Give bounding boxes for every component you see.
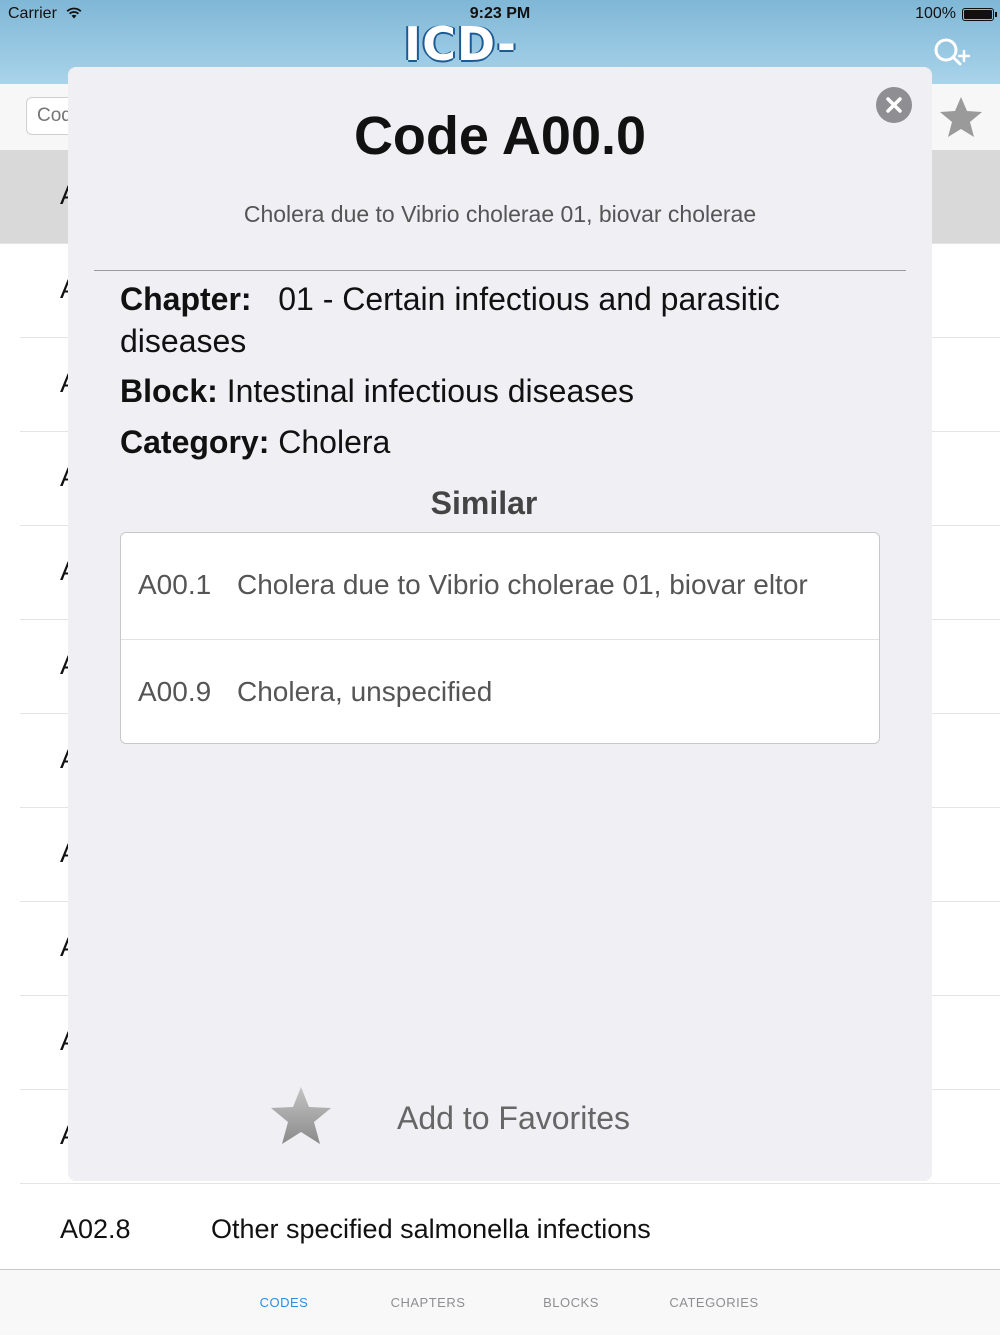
list-item-code: A02.8: [60, 1214, 131, 1244]
add-to-favorites-label: Add to Favorites: [397, 1100, 630, 1136]
similar-item[interactable]: A00.9 Cholera, unspecified: [121, 639, 879, 746]
category-value: Cholera: [278, 424, 391, 460]
similar-list: A00.1 Cholera due to Vibrio cholerae 01,…: [120, 532, 880, 744]
status-battery: 100%: [915, 5, 956, 22]
star-icon: [271, 1087, 331, 1144]
block-value: Intestinal infectious diseases: [226, 373, 635, 409]
favorites-star-icon[interactable]: [938, 95, 984, 139]
tab-blocks[interactable]: BLOCKS: [501, 1295, 641, 1310]
tab-chapters[interactable]: CHAPTERS: [358, 1295, 498, 1310]
tab-categories[interactable]: CATEGORIES: [644, 1295, 784, 1310]
chapter-detail: Chapter: 01 - Certain infectious and par…: [120, 278, 880, 362]
block-label: Block:: [120, 373, 218, 409]
battery-icon: [962, 8, 997, 21]
tab-bar: CODES CHAPTERS BLOCKS CATEGORIES: [0, 1269, 1000, 1335]
code-detail-modal: Code A00.0 Cholera due to Vibrio cholera…: [68, 67, 932, 1181]
category-detail: Category: Cholera: [120, 421, 880, 463]
search-plus-icon[interactable]: [932, 36, 972, 72]
similar-item-desc: Cholera due to Vibrio cholerae 01, biova…: [237, 569, 808, 600]
similar-item-desc: Cholera, unspecified: [237, 676, 493, 707]
block-detail: Block: Intestinal infectious diseases: [120, 370, 880, 412]
list-item[interactable]: A02.8 Other specified salmonella infecti…: [20, 1184, 1000, 1278]
similar-item-code: A00.9: [138, 676, 212, 707]
similar-item-code: A00.1: [138, 569, 212, 600]
similar-heading: Similar: [430, 485, 538, 521]
list-item-desc: Other specified salmonella infections: [211, 1214, 651, 1244]
divider: [94, 270, 906, 271]
chapter-label: Chapter:: [120, 281, 252, 317]
add-to-favorites-button[interactable]: Add to Favorites: [268, 1085, 688, 1151]
app-logo: ICD-10: [404, 20, 518, 68]
modal-title: Code A00.0: [353, 106, 647, 166]
tab-codes[interactable]: CODES: [214, 1295, 354, 1310]
modal-subtitle: Cholera due to Vibrio cholerae 01, biova…: [243, 201, 757, 227]
category-label: Category:: [120, 424, 270, 460]
similar-item[interactable]: A00.1 Cholera due to Vibrio cholerae 01,…: [121, 533, 879, 639]
